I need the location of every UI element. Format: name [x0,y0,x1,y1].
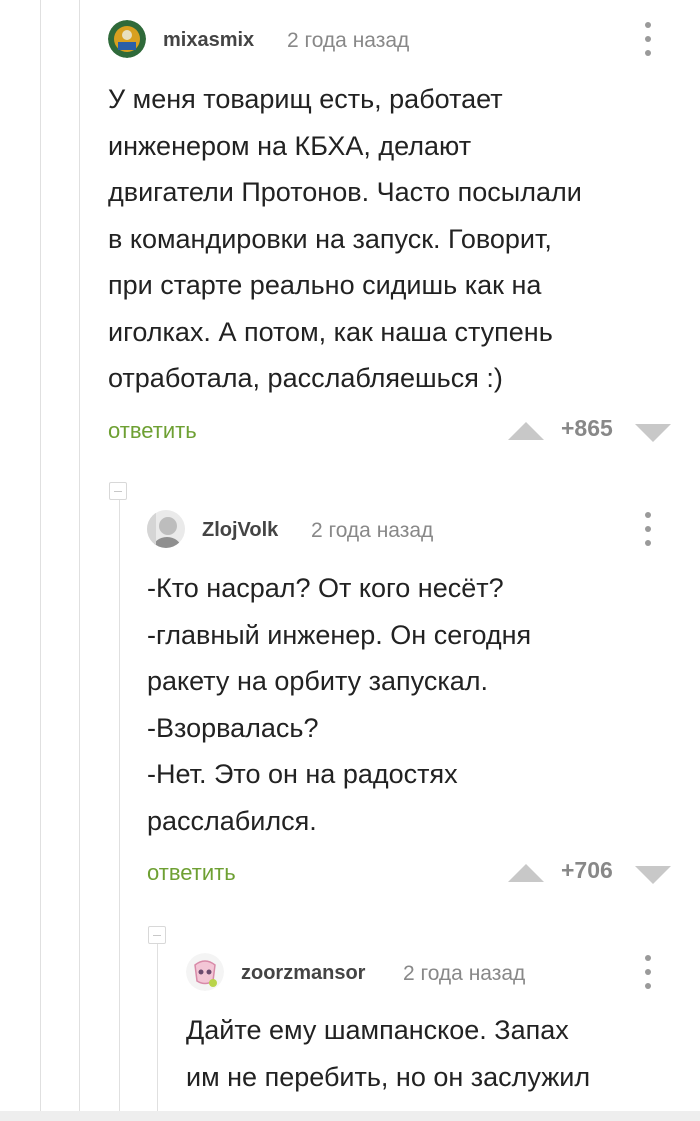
text-line: инженером на КБХА, делают [108,130,472,161]
more-vertical-icon[interactable] [642,955,654,991]
text-line: -Взорвалась? [147,712,319,743]
avatar[interactable] [108,20,146,58]
triangle-down-icon[interactable] [635,866,671,884]
text-line: Дайте ему шампанское. Запах [186,1015,569,1045]
text-line: в командировки на запуск. Говорит, [108,223,552,254]
text-line: -Кто насрал? От кого несёт? [147,573,504,603]
reply-button[interactable]: ответить [108,418,197,444]
comment-time: 2 года назад [287,29,410,52]
comment-text: У меня товарищ есть, работает инженером … [108,76,678,402]
comment-header: mixasmix 2 года назад [108,20,678,60]
text-line: расслабился. [147,805,317,836]
triangle-up-icon[interactable] [508,421,544,440]
text-line: отработала, расслабляешься :) [108,363,503,393]
comment-text: Дайте ему шампанское. Запах им не переби… [186,1007,678,1100]
collapse-minus-icon[interactable] [109,482,127,500]
comment: zoorzmansor 2 года назад Дайте ему шампа… [186,953,678,1100]
more-vertical-icon[interactable] [642,512,654,548]
thread-line [79,0,80,1111]
comment-header: zoorzmansor 2 года назад [186,953,678,993]
comment-footer: ответить +865 [108,414,678,458]
text-line: ракету на орбиту запускал. [147,666,489,696]
comment-time: 2 года назад [311,519,434,542]
bottom-edge [0,1111,700,1121]
collapse-minus-icon[interactable] [148,926,166,944]
triangle-up-icon[interactable] [508,864,544,882]
author-name[interactable]: ZlojVolk [202,519,278,542]
comment-time: 2 года назад [403,962,526,985]
thread-line [119,500,120,1111]
thread-line [157,944,158,1111]
text-line: -Нет. Это он на радостях [147,759,458,789]
author-name[interactable]: zoorzmansor [241,962,365,985]
text-line: при старте реально сидишь как на [108,270,542,300]
text-line: У меня товарищ есть, работает [108,84,503,114]
reply-button[interactable]: ответить [147,860,236,886]
comment: mixasmix 2 года назад У меня товарищ ест… [108,20,678,458]
comment-header: ZlojVolk 2 года назад [147,510,677,550]
text-line: -главный инженер. Он сегодня [147,619,532,650]
author-name[interactable]: mixasmix [163,29,254,52]
rating: +706 [561,857,613,883]
avatar[interactable] [147,510,185,548]
thread-line [40,0,41,1111]
rating: +865 [561,414,613,441]
comment-footer: ответить +706 [147,857,677,900]
comment: ZlojVolk 2 года назад -Кто насрал? От ко… [147,510,677,900]
comment-text: -Кто насрал? От кого несёт? -главный инж… [147,565,677,844]
more-vertical-icon[interactable] [642,22,654,58]
text-line: им не перебить, но он заслужил [186,1061,591,1092]
text-line: двигатели Протонов. Часто посылали [108,177,582,207]
text-line: иголках. А потом, как наша ступень [108,316,553,347]
triangle-down-icon[interactable] [635,423,671,442]
avatar[interactable] [186,953,224,991]
